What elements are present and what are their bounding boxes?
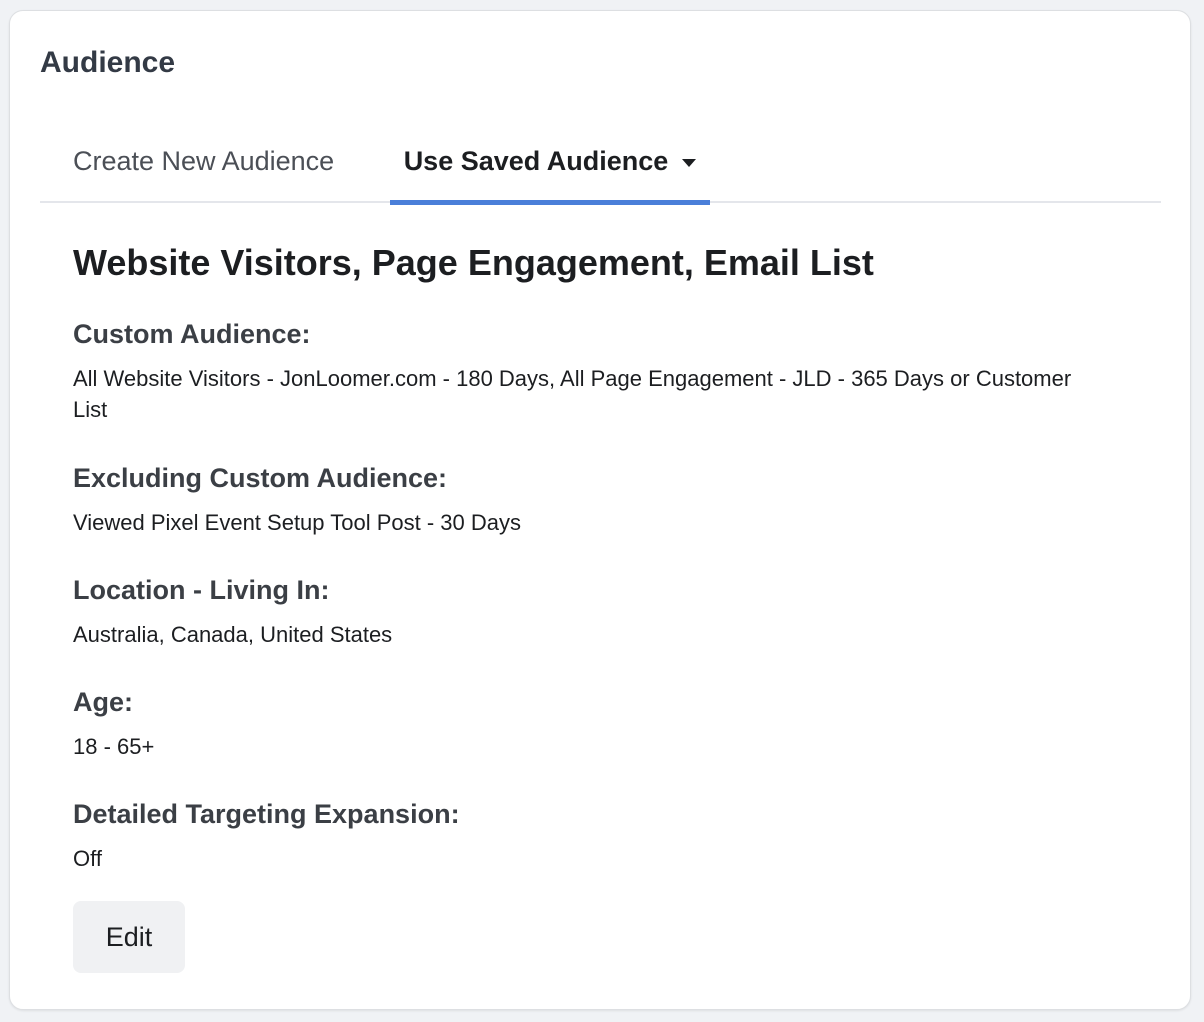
- card-title: Audience: [40, 46, 176, 79]
- edit-button[interactable]: Edit: [73, 901, 185, 973]
- field-value: Off: [73, 846, 102, 871]
- field-age: Age: 18 - 65+: [73, 685, 1093, 762]
- tab-label: Create New Audience: [73, 146, 335, 176]
- field-label: Location - Living In:: [73, 575, 330, 605]
- tab-label: Use Saved Audience: [403, 146, 669, 176]
- chevron-down-icon: [682, 159, 697, 167]
- field-label: Detailed Targeting Expansion:: [73, 799, 460, 829]
- field-custom-audience: Custom Audience: All Website Visitors - …: [73, 317, 1093, 425]
- field-location: Location - Living In: Australia, Canada,…: [73, 573, 1093, 650]
- field-excluding-custom-audience: Excluding Custom Audience: Viewed Pixel …: [73, 461, 1093, 538]
- field-value: Australia, Canada, United States: [73, 622, 393, 647]
- field-label: Excluding Custom Audience:: [73, 463, 448, 493]
- field-value: All Website Visitors - JonLoomer.com - 1…: [73, 366, 1072, 422]
- saved-audience-name: Website Visitors, Page Engagement, Email…: [73, 242, 874, 283]
- audience-card: Audience Create New Audience Use Saved A…: [9, 10, 1191, 1010]
- field-value: 18 - 65+: [73, 734, 155, 759]
- tab-use-saved-audience[interactable]: Use Saved Audience: [390, 133, 710, 205]
- field-label: Custom Audience:: [73, 319, 311, 349]
- field-value: Viewed Pixel Event Setup Tool Post - 30 …: [73, 510, 521, 535]
- tab-create-new-audience[interactable]: Create New Audience: [73, 133, 334, 203]
- field-detailed-targeting-expansion: Detailed Targeting Expansion: Off: [73, 797, 1093, 874]
- audience-tabs: Create New Audience Use Saved Audience: [40, 133, 1161, 205]
- field-label: Age:: [73, 687, 133, 717]
